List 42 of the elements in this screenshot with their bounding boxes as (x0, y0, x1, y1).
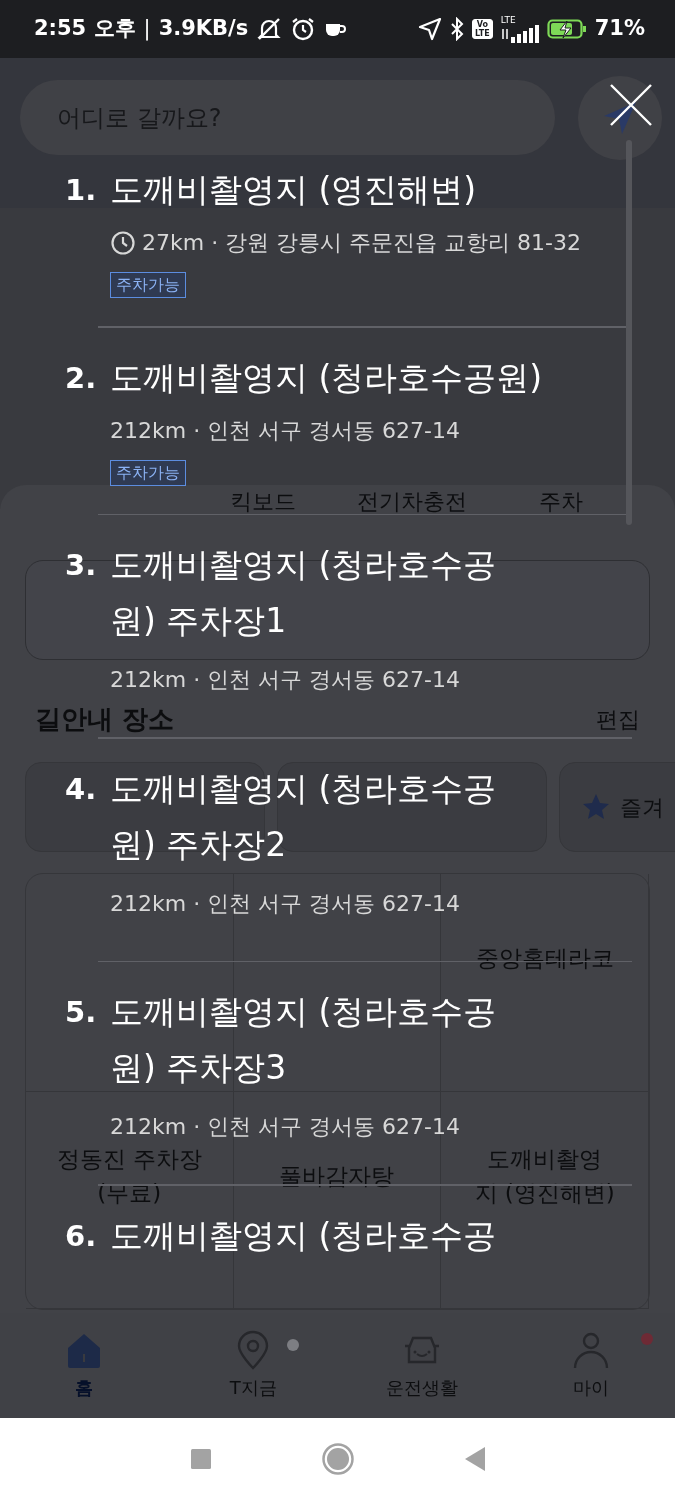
edit-link[interactable]: 편집 (596, 703, 640, 736)
result-address: 212km · 인천 서구 경서동 627-14 (110, 416, 461, 445)
result-number: 2. (65, 359, 98, 397)
close-icon (610, 84, 652, 126)
result-address: 212km · 인천 서구 경서동 627-14 (110, 1113, 461, 1141)
nav-tab[interactable]: 운전생활 (337, 1313, 507, 1418)
result-title[interactable]: 도깨비촬영지 (청라호수공 원) 주차장3 (110, 984, 497, 1096)
parking-tag: 주차가능 (110, 272, 186, 298)
status-time: 2:55 오후 (34, 15, 136, 43)
category-label[interactable]: 킥보드 (188, 485, 338, 518)
result-number: 3. (65, 547, 98, 584)
result-title[interactable]: 도깨비촬영지 (청라호수공 원) 주차장2 (110, 760, 497, 873)
scrollbar[interactable] (626, 140, 632, 525)
result-address: 212km · 인천 서구 경서동 627-14 (110, 666, 461, 694)
status-separator: | (143, 15, 151, 43)
bluetooth-icon (450, 17, 465, 41)
result-number: 4. (65, 770, 98, 808)
network-speed: 3.9KB/s (158, 15, 249, 43)
category-label[interactable]: 전기차충전 (337, 485, 487, 518)
muted-bell-icon (256, 17, 283, 41)
nav-tab[interactable]: T지금 (168, 1313, 338, 1418)
star-icon (582, 793, 610, 821)
result-number: 1. (65, 172, 98, 209)
result-title[interactable]: 도깨비촬영지 (영진해변) (110, 162, 477, 218)
result-title[interactable]: 도깨비촬영지 (청라호수공 원) 주차장1 (110, 537, 497, 649)
section-title: 길안내 장소 (35, 703, 175, 736)
volte-icon: Vo LTE (472, 19, 493, 39)
category-label[interactable]: 주차 (486, 485, 635, 518)
favorite-place[interactable]: 중앙홈테라코 (475, 941, 614, 976)
result-title[interactable]: 도깨비촬영지 (청라호수공 (110, 1207, 497, 1264)
result-address: 27km · 강원 강릉시 주문진읍 교항리 81-32 (142, 229, 582, 257)
result-title[interactable]: 도깨비촬영지 (청라호수공원) (110, 349, 543, 406)
result-number: 6. (65, 1217, 98, 1255)
nav-tab[interactable]: 홈 (0, 1313, 169, 1418)
location-arrow-icon (418, 17, 443, 41)
signal-icon (500, 24, 539, 43)
result-number: 5. (65, 994, 98, 1031)
result-address: 212km · 인천 서구 경서동 627-14 (110, 889, 461, 918)
battery-charging-icon (546, 18, 587, 40)
battery-percent: 71% (594, 15, 645, 43)
parking-tag: 주차가능 (110, 459, 186, 486)
network-type: LTE (500, 15, 516, 25)
